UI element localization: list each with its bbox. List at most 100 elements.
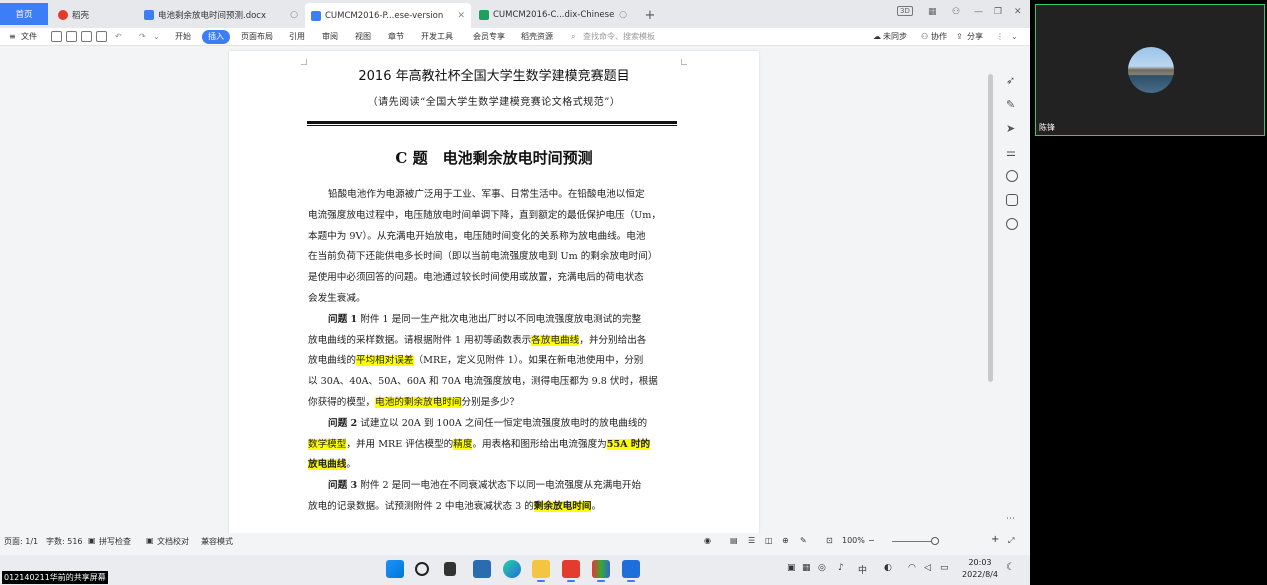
pen-icon[interactable]: ✎	[1006, 98, 1018, 111]
tab-document-3[interactable]: CUMCM2016-C...dix-Chinese ○	[473, 5, 633, 25]
question-2-line: 数学模型，并用 MRE 评估模型的精度。用表格和图形给出电流强度为55A 时的	[308, 435, 680, 456]
share-button[interactable]: 分享	[964, 30, 986, 44]
menu-view[interactable]: 视图	[352, 30, 374, 44]
tab-home[interactable]: 首页	[0, 3, 48, 25]
menu-docer[interactable]: 稻壳资源	[518, 30, 556, 44]
close-window-icon[interactable]: ✕	[1014, 7, 1022, 17]
tab-dot-icon[interactable]: ○	[615, 10, 627, 20]
web-view-icon[interactable]: ⊕	[782, 536, 789, 545]
3d-badge-icon[interactable]: 3D	[897, 6, 913, 16]
highlight: 放电曲线	[308, 459, 347, 471]
preview-icon[interactable]	[96, 31, 107, 42]
pen-mode-icon[interactable]: ✎	[800, 536, 807, 545]
menu-insert[interactable]: 插入	[202, 30, 230, 44]
spell-check-icon[interactable]: ▣	[88, 536, 96, 545]
collapse-ribbon-icon[interactable]: ⌄	[1008, 30, 1021, 44]
restore-icon[interactable]: ❐	[994, 7, 1002, 17]
menu-file[interactable]: 文件	[18, 30, 40, 44]
sync-status[interactable]: 未同步	[880, 30, 910, 44]
outline-view-icon[interactable]: ☰	[748, 536, 755, 545]
zoom-slider-knob[interactable]	[931, 537, 939, 545]
zoom-out-icon[interactable]: −	[868, 536, 875, 545]
video-tile[interactable]: 陈锋	[1035, 4, 1265, 136]
highlight: 电池的剩余放电时间	[375, 396, 462, 408]
tab-dot-icon[interactable]: ○	[286, 10, 298, 20]
cursor-icon[interactable]: ➤	[1006, 122, 1018, 135]
tab-document-2-active[interactable]: CUMCM2016-P...ese-version ✕	[305, 3, 471, 28]
minimize-icon[interactable]: —	[974, 7, 983, 17]
word-doc-icon	[311, 10, 321, 21]
print-icon[interactable]	[81, 31, 92, 42]
question-1-line: 放电曲线的平均相对误差（MRE，定义见附件 1）。如果在新电池使用中，分别	[308, 351, 680, 372]
page-view-icon[interactable]: ▤	[730, 536, 738, 545]
meeting-icon[interactable]	[622, 560, 640, 582]
task-view-icon[interactable]	[444, 562, 456, 576]
new-tab-button[interactable]: +	[640, 5, 660, 25]
scroll-thumb[interactable]	[988, 74, 993, 382]
menu-devtools[interactable]: 开发工具	[418, 30, 456, 44]
spell-check-button[interactable]: 拼写检查	[99, 536, 131, 547]
location-icon[interactable]	[1006, 218, 1018, 230]
menu-start[interactable]: 开始	[172, 30, 194, 44]
robot-icon[interactable]	[1006, 194, 1018, 206]
menu-chapter[interactable]: 章节	[385, 30, 407, 44]
rocket-icon[interactable]: ➶	[1006, 74, 1018, 87]
zoom-in-icon[interactable]: +	[991, 534, 999, 545]
export-icon[interactable]	[66, 31, 77, 42]
more-icon[interactable]: ⋮	[993, 30, 1007, 44]
file-explorer-icon[interactable]	[532, 560, 550, 582]
menu-layout[interactable]: 页面布局	[238, 30, 276, 44]
clock[interactable]: 20:03 2022/8/4	[960, 557, 1000, 581]
search-taskbar-icon[interactable]	[415, 562, 429, 576]
redo-icon[interactable]: ↷	[136, 30, 149, 44]
undo-icon[interactable]: ↶	[112, 30, 125, 44]
tray-icon[interactable]: ◐	[884, 563, 892, 573]
zoom-slider[interactable]	[892, 541, 936, 542]
tab-docer[interactable]: 稻壳	[52, 5, 136, 25]
read-view-icon[interactable]: ◫	[765, 536, 773, 545]
proof-button[interactable]: 文档校对	[157, 536, 189, 547]
wifi-icon[interactable]: ◠	[908, 563, 916, 573]
mic-icon[interactable]: ♪	[838, 563, 844, 573]
menu-reference[interactable]: 引用	[286, 30, 308, 44]
command-search-input[interactable]: 查找命令、搜索模板	[580, 30, 658, 44]
menu-member[interactable]: 会员专享	[470, 30, 508, 44]
word-count[interactable]: 字数: 516	[46, 536, 83, 547]
document-area[interactable]: 2016 年高教社杯全国大学生数学建模竞赛题目 （请先阅读“全国大学生数学建模竞…	[0, 46, 1030, 536]
chevron-down-icon[interactable]: ⌄	[150, 30, 163, 44]
tray-icon[interactable]: ▣	[787, 563, 796, 573]
fit-icon[interactable]: ⊡	[826, 536, 833, 545]
question-1-label: 问题 1	[328, 313, 358, 325]
save-icon[interactable]	[51, 31, 62, 42]
ime-icon[interactable]: 中	[858, 563, 867, 576]
tab-document-1[interactable]: 电池剩余放电时间预测.docx ○	[138, 5, 304, 25]
hamburger-icon[interactable]: ≡	[6, 30, 19, 44]
fullscreen-icon[interactable]: ⤢	[1008, 536, 1014, 546]
grid-icon[interactable]: ▦	[928, 7, 937, 17]
app-icon[interactable]	[592, 560, 610, 582]
eye-icon[interactable]: ◉	[704, 536, 711, 545]
proof-icon[interactable]: ▣	[146, 536, 154, 545]
mail-icon[interactable]	[473, 560, 491, 578]
tab-docer-label: 稻壳	[72, 11, 90, 21]
collab-button[interactable]: 协作	[928, 30, 950, 44]
document-page[interactable]: 2016 年高教社杯全国大学生数学建模竞赛题目 （请先阅读“全国大学生数学建模竞…	[229, 51, 759, 536]
help-icon[interactable]	[1006, 170, 1018, 182]
user-icon[interactable]: ⚇	[952, 7, 960, 17]
tray-icon[interactable]: ▦	[802, 563, 811, 573]
page-indicator[interactable]: 页面: 1/1	[4, 536, 38, 547]
edge-icon[interactable]	[503, 560, 521, 578]
search-icon[interactable]: ⌕	[568, 30, 578, 44]
volume-icon[interactable]: ◁	[924, 563, 931, 573]
battery-icon[interactable]: ▭	[940, 563, 949, 573]
tray-icon[interactable]: ◎	[818, 563, 826, 573]
close-icon[interactable]: ✕	[453, 11, 465, 21]
start-icon[interactable]	[386, 560, 404, 578]
settings-sliders-icon[interactable]: ⚌	[1006, 146, 1018, 159]
moon-icon[interactable]: ☾	[1006, 562, 1015, 573]
more-dots-icon[interactable]: ⋯	[1006, 514, 1018, 526]
vertical-scrollbar[interactable]	[986, 48, 994, 528]
menu-review[interactable]: 审阅	[319, 30, 341, 44]
wps-icon[interactable]	[562, 560, 580, 582]
zoom-level[interactable]: 100%	[842, 536, 865, 545]
